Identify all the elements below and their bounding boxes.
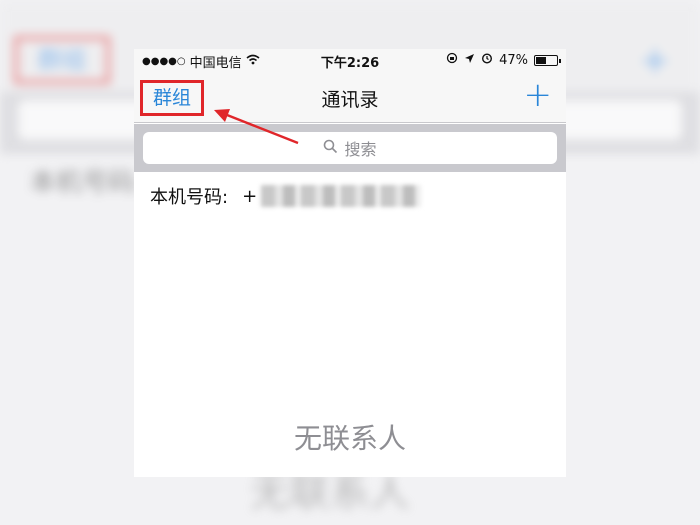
search-input[interactable]: 搜索 <box>143 132 557 164</box>
bg-groups-button: 群组 <box>14 36 110 84</box>
search-area: 搜索 <box>134 124 566 172</box>
my-number-row: 本机号码: + <box>150 183 422 209</box>
battery-percent: 47% <box>499 52 528 68</box>
my-number-redacted <box>261 185 422 207</box>
bg-my-number-label: 本机号码: <box>30 168 143 198</box>
nav-bar: 群组 通讯录 + <box>134 71 566 123</box>
search-icon <box>323 139 338 158</box>
add-contact-button[interactable]: + <box>524 77 553 113</box>
bg-add-icon: + <box>639 40 670 81</box>
empty-state-label: 无联系人 <box>293 422 406 455</box>
status-bar: ●●●●○ 中国电信 下午2:26 47% <box>134 49 566 71</box>
page-title: 通讯录 <box>321 89 379 111</box>
my-number-label: 本机号码: <box>150 187 229 208</box>
battery-icon <box>534 54 561 66</box>
phone-screen: ●●●●○ 中国电信 下午2:26 47% 群组 通讯录 + 搜索 本机号码: … <box>134 49 566 477</box>
rotation-lock-icon <box>446 52 458 68</box>
search-placeholder: 搜索 <box>344 140 377 159</box>
alarm-icon <box>481 52 493 68</box>
my-number-prefix: + <box>242 185 258 207</box>
bg-status-bar <box>0 0 700 34</box>
location-icon <box>464 53 475 68</box>
